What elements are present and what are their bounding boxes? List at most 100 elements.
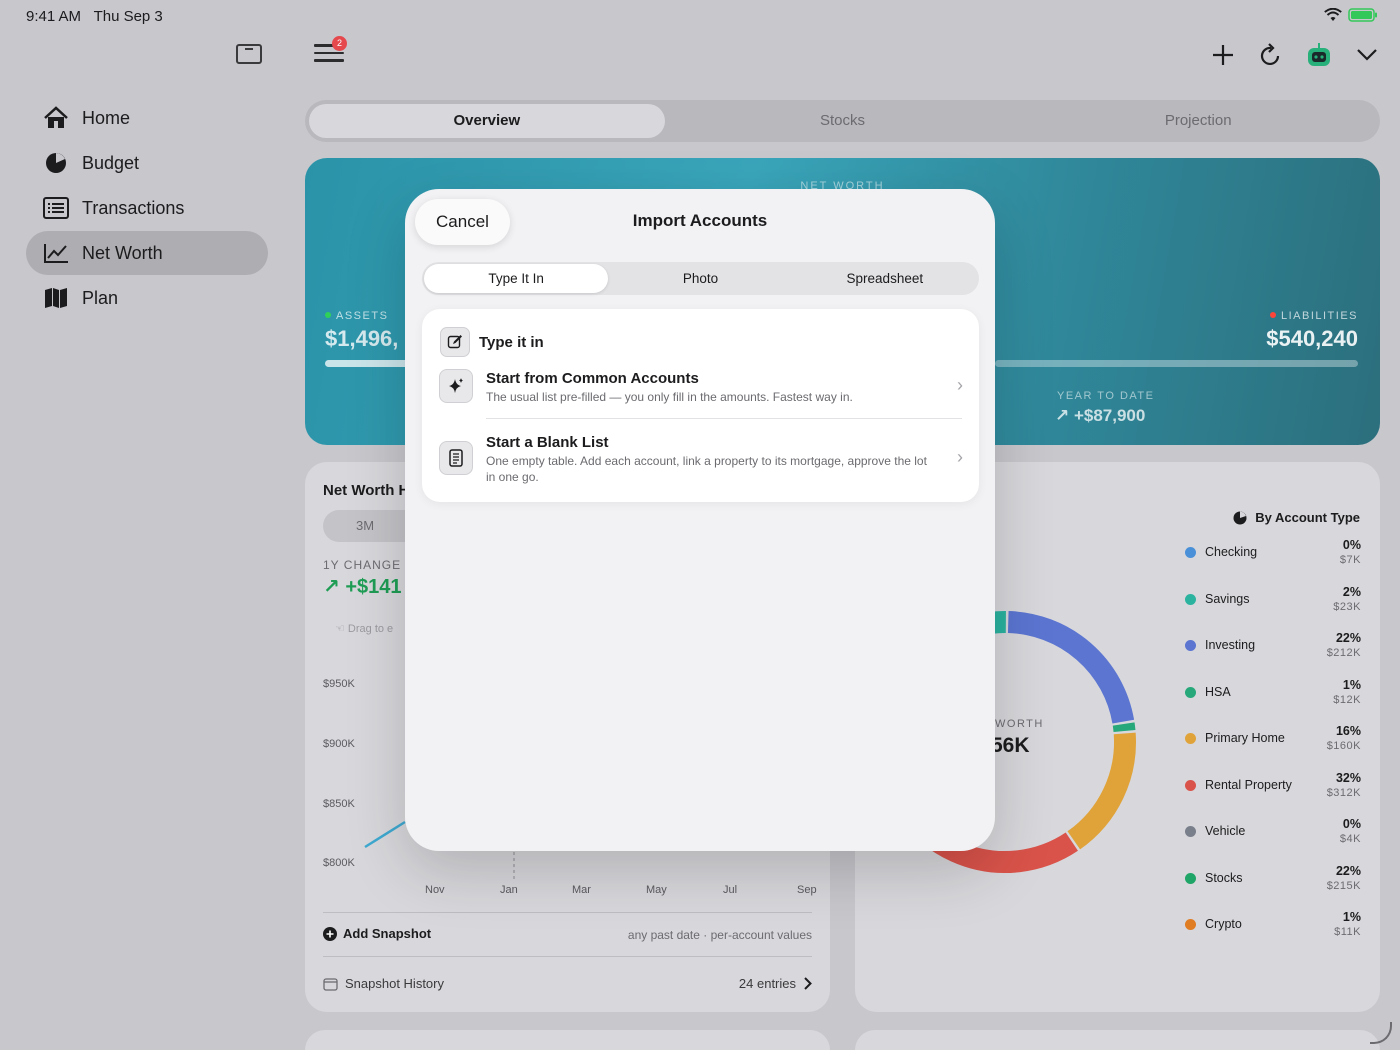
by-account-type-toggle[interactable]: By Account Type bbox=[1233, 510, 1360, 525]
map-icon bbox=[42, 286, 70, 310]
legend-item: Stocks 22% $215K bbox=[1185, 864, 1361, 911]
legend-amount: $12K bbox=[1333, 693, 1361, 706]
calendar-icon bbox=[323, 977, 338, 991]
legend-label: Checking bbox=[1205, 545, 1258, 559]
status-time: 9:41 AM Thu Sep 3 bbox=[26, 8, 163, 25]
tab-photo[interactable]: Photo bbox=[608, 264, 792, 293]
x-tick: Jul bbox=[723, 884, 738, 896]
donut-slice bbox=[1007, 611, 1135, 724]
legend-item: Vehicle 0% $4K bbox=[1185, 817, 1361, 864]
legend-label: Primary Home bbox=[1205, 731, 1285, 745]
legend-label: Stocks bbox=[1205, 870, 1243, 885]
tab-type-it-in[interactable]: Type It In bbox=[424, 264, 609, 293]
section-title: Type it in bbox=[479, 334, 544, 351]
sidebar-item-label: Home bbox=[82, 107, 131, 128]
status-bar: 9:41 AM Thu Sep 3 bbox=[0, 0, 1400, 32]
legend-swatch bbox=[1185, 733, 1196, 744]
start-common-accounts-option[interactable]: Start from Common Accounts The usual lis… bbox=[422, 369, 979, 417]
option-title: Start from Common Accounts bbox=[486, 370, 699, 387]
sidebar: Home Budget Transactions Net Worth Plan bbox=[0, 32, 290, 1050]
x-tick: May bbox=[646, 884, 667, 896]
pie-chart-icon bbox=[42, 151, 70, 175]
legend-item: HSA 1% $12K bbox=[1185, 678, 1361, 725]
snapshot-history-link[interactable]: Snapshot History bbox=[323, 976, 444, 991]
legend-amount: $7K bbox=[1339, 554, 1361, 566]
add-snapshot-button[interactable]: Add Snapshot bbox=[323, 926, 431, 941]
start-blank-list-option[interactable]: Start a Blank List One empty table. Add … bbox=[422, 433, 979, 493]
assistant-button[interactable] bbox=[1306, 38, 1332, 72]
chevron-down-button[interactable] bbox=[1354, 38, 1380, 72]
sidebar-item-label: Plan bbox=[82, 287, 119, 308]
add-button[interactable] bbox=[1210, 38, 1236, 72]
sidebar-item-budget[interactable]: Budget bbox=[26, 141, 268, 185]
donut-center-value: 56K bbox=[991, 734, 1030, 757]
sidebar-item-transactions[interactable]: Transactions bbox=[26, 186, 268, 230]
legend-percent: 0% bbox=[1342, 538, 1361, 552]
legend-amount: $160K bbox=[1326, 740, 1361, 752]
plus-icon bbox=[1213, 45, 1233, 65]
battery-icon bbox=[1348, 8, 1377, 22]
divider bbox=[323, 912, 812, 913]
legend-percent: 16% bbox=[1335, 724, 1361, 738]
legend-item: Primary Home 16% $160K bbox=[1185, 724, 1361, 771]
legend-percent: 22% bbox=[1335, 863, 1361, 878]
x-tick: Jan bbox=[500, 884, 518, 896]
line-chart-icon bbox=[42, 241, 70, 265]
pie-chart-icon bbox=[1233, 511, 1247, 524]
resize-handle[interactable] bbox=[1370, 1022, 1392, 1044]
notification-badge: 2 bbox=[332, 36, 347, 51]
sidebar-item-home[interactable]: Home bbox=[26, 96, 268, 140]
legend-swatch bbox=[1185, 919, 1196, 930]
legend-amount: $11K bbox=[1334, 926, 1361, 938]
menu-button[interactable]: 2 bbox=[314, 36, 347, 66]
add-snapshot-note: any past date · per-account values bbox=[627, 928, 812, 942]
legend-item: Crypto 1% $11K bbox=[1185, 910, 1361, 957]
legend-percent: 1% bbox=[1342, 677, 1361, 692]
tab-stocks[interactable]: Stocks bbox=[665, 104, 1021, 138]
legend-amount: $312K bbox=[1326, 786, 1361, 799]
allocation-legend: Checking 0% $7K Savings 2% $23K Investing 22% $2… bbox=[1185, 538, 1361, 957]
legend-item: Rental Property 32% $312K bbox=[1185, 771, 1361, 818]
chevron-right-icon: › bbox=[957, 375, 963, 395]
assets-bar bbox=[325, 360, 415, 367]
plus-circle-icon bbox=[323, 926, 337, 941]
donut-slice bbox=[1067, 732, 1136, 850]
legend-percent: 1% bbox=[1342, 910, 1361, 924]
snapshot-count[interactable]: 24 entries bbox=[739, 976, 812, 991]
sparkles-icon bbox=[439, 369, 473, 403]
legend-swatch bbox=[1185, 547, 1196, 558]
legend-amount: $4K bbox=[1339, 833, 1361, 845]
tab-overview[interactable]: Overview bbox=[309, 104, 665, 138]
sidebar-item-label: Net Worth bbox=[82, 242, 163, 263]
liabilities-value: $540,240 bbox=[1266, 326, 1358, 351]
topbar-actions bbox=[1210, 38, 1380, 72]
x-tick: Mar bbox=[572, 884, 591, 896]
donut-slice bbox=[1112, 722, 1136, 733]
ytd-label: YEAR TO DATE bbox=[1057, 390, 1155, 402]
legend-swatch bbox=[1185, 686, 1196, 698]
option-description: One empty table. Add each account, link … bbox=[486, 454, 927, 484]
legend-swatch bbox=[1185, 779, 1196, 791]
legend-label: HSA bbox=[1205, 684, 1231, 699]
chevron-right-icon bbox=[804, 977, 812, 990]
list-icon bbox=[42, 196, 70, 220]
refresh-button[interactable] bbox=[1258, 38, 1284, 72]
type-it-in-section: Type it in Start from Common Accounts Th… bbox=[422, 309, 979, 502]
x-tick: Nov bbox=[425, 884, 445, 896]
robot-icon bbox=[1308, 43, 1330, 66]
refresh-icon bbox=[1260, 43, 1280, 65]
tab-spreadsheet[interactable]: Spreadsheet bbox=[793, 264, 977, 293]
sidebar-item-plan[interactable]: Plan bbox=[26, 276, 268, 320]
assets-label: ASSETS bbox=[325, 310, 388, 322]
cancel-button[interactable]: Cancel bbox=[415, 199, 510, 245]
legend-swatch bbox=[1185, 593, 1196, 605]
sidebar-item-net-worth[interactable]: Net Worth bbox=[26, 231, 268, 275]
option-title: Start a Blank List bbox=[486, 434, 609, 451]
legend-label: Savings bbox=[1205, 591, 1250, 606]
lower-card-right bbox=[855, 1030, 1380, 1050]
tab-projection[interactable]: Projection bbox=[1020, 104, 1376, 138]
sidebar-toggle-icon[interactable] bbox=[236, 44, 262, 64]
x-tick: Sep bbox=[797, 884, 817, 896]
document-icon bbox=[439, 441, 473, 475]
ytd-value: ↗ +$87,900 bbox=[1055, 406, 1146, 425]
